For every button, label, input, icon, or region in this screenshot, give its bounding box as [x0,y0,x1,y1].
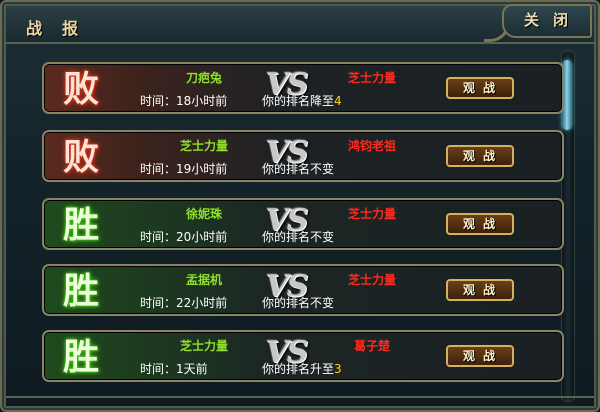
player2-name: 芝士力量 [347,71,396,85]
player1-name: 芝士力量 [179,339,228,353]
battle-row: 败芝士力量 VS 鸿钧老祖 时间：19小时前 你的排名不变 观战 [42,130,564,182]
rank-change: 你的排名不变 [262,296,335,310]
battle-row: 胜盂据机 VS 芝士力量 时间：22小时前 你的排名不变 观战 [42,264,564,316]
watch-replay-button[interactable]: 观战 [446,345,514,367]
rank-change: 你的排名不变 [262,230,335,244]
player1-name: 芝士力量 [179,139,228,153]
rank-change: 你的排名不变 [262,162,335,176]
battle-time: 时间：22小时前 [140,296,228,310]
battle-time: 时间：19小时前 [140,162,228,176]
rank-change: 你的排名升至3 [262,362,342,376]
player2-name: 芝士力量 [347,207,396,221]
rank-change: 你的排名降至4 [262,94,342,108]
battle-time: 时间：18小时前 [140,94,228,108]
player1-name: 徐妮珠 [185,207,222,221]
player1-name: 盂据机 [185,273,222,287]
watch-replay-button[interactable]: 观战 [446,145,514,167]
battle-time: 时间：20小时前 [140,230,228,244]
panel-title: 战报 [26,19,99,38]
watch-replay-button[interactable]: 观战 [446,77,514,99]
watch-replay-button[interactable]: 观战 [446,213,514,235]
rank-number: 4 [334,94,342,108]
result-label: 胜 [62,336,99,378]
battle-time: 时间：1天前 [140,362,208,376]
result-label: 败 [62,136,99,178]
battle-row: 败刀疤兔 VS 芝士力量 时间：18小时前 你的排名降至4 观战 [42,62,564,114]
result-label: 胜 [62,204,99,246]
player2-name: 葛子楚 [353,339,390,353]
player1-name: 刀疤兔 [185,71,222,85]
result-label: 败 [62,68,99,110]
player2-name: 鸿钧老祖 [347,139,396,153]
player2-name: 芝士力量 [347,273,396,287]
battle-row: 胜芝士力量 VS 葛子楚 时间：1天前 你的排名升至3 观战 [42,330,564,382]
rank-number: 3 [334,362,342,376]
result-label: 胜 [62,270,99,312]
watch-replay-button[interactable]: 观战 [446,279,514,301]
close-button[interactable]: 关闭 [502,4,592,38]
bottom-frame [6,396,594,406]
battle-row: 胜徐妮珠 VS 芝士力量 时间：20小时前 你的排名不变 观战 [42,198,564,250]
